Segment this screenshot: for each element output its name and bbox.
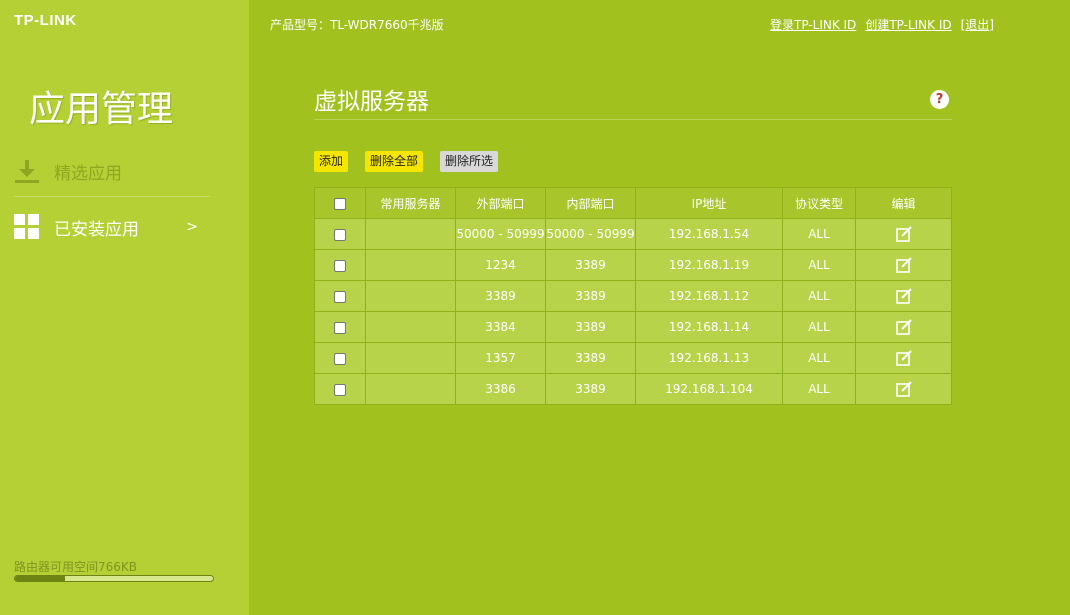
ip-address-cell: 192.168.1.13 [635, 342, 783, 374]
external-port-cell: 1357 [455, 342, 546, 374]
edit-icon[interactable] [895, 288, 912, 304]
external-port-cell: 3386 [455, 373, 546, 405]
table-row: 3384 3389 192.168.1.14 ALL [314, 311, 952, 343]
sidebar-item-featured-apps[interactable]: 精选应用 [14, 149, 210, 193]
edit-cell [855, 342, 952, 374]
add-button[interactable]: 添加 [314, 151, 349, 172]
edit-icon[interactable] [895, 381, 912, 397]
internal-port-cell: 3389 [545, 249, 636, 281]
help-icon[interactable]: ? [930, 90, 949, 109]
internal-port-cell: 50000 - 50999 [545, 218, 636, 250]
row-select-cell [314, 373, 366, 405]
internal-port-cell: 3389 [545, 342, 636, 374]
external-port-cell: 3389 [455, 280, 546, 312]
column-header: 协议类型 [782, 187, 856, 219]
row-select-cell [314, 280, 366, 312]
row-checkbox[interactable] [334, 290, 346, 303]
row-select-cell [314, 311, 366, 343]
delete-selected-button[interactable]: 删除所选 [440, 151, 499, 172]
edit-cell [855, 249, 952, 281]
protocol-cell: ALL [782, 280, 856, 312]
edit-cell [855, 311, 952, 343]
row-select-cell [314, 218, 366, 250]
internal-port-cell: 3389 [545, 280, 636, 312]
row-select-cell [314, 342, 366, 374]
title-divider [314, 119, 952, 120]
storage-label: 路由器可用空间766KB [14, 560, 138, 574]
login-tplink-id-link[interactable]: 登录TP-LINK ID [770, 16, 856, 33]
virtual-server-table: 常用服务器 外部端口 内部端口 IP地址 协议类型 编辑 50000 - 509… [314, 187, 952, 405]
protocol-cell: ALL [782, 342, 856, 374]
chevron-right-icon: > [186, 219, 198, 235]
external-port-cell: 3384 [455, 311, 546, 343]
delete-all-button[interactable]: 删除全部 [365, 151, 424, 172]
common-server-cell [365, 249, 456, 281]
logout-link[interactable]: [退出] [961, 16, 994, 33]
row-checkbox[interactable] [334, 259, 346, 272]
ip-address-cell: 192.168.1.54 [635, 218, 783, 250]
sidebar-title: 应用管理 [29, 89, 174, 130]
edit-cell [855, 218, 952, 250]
protocol-cell: ALL [782, 249, 856, 281]
row-checkbox[interactable] [334, 321, 346, 334]
protocol-cell: ALL [782, 373, 856, 405]
edit-cell [855, 280, 952, 312]
select-all-cell [314, 187, 366, 219]
storage-progress-fill [15, 576, 65, 581]
row-checkbox[interactable] [334, 228, 346, 241]
external-port-cell: 50000 - 50999 [455, 218, 546, 250]
sidebar-item-installed-apps[interactable]: 已安装应用 > [14, 205, 210, 249]
sidebar-item-label: 已安装应用 [54, 219, 139, 240]
sidebar-item-label: 精选应用 [54, 163, 122, 184]
common-server-cell [365, 311, 456, 343]
column-header: IP地址 [635, 187, 783, 219]
internal-port-cell: 3389 [545, 311, 636, 343]
product-model: 产品型号：TL-WDR7660千兆版 [270, 18, 444, 32]
download-icon [15, 160, 39, 183]
page-title: 虚拟服务器 [314, 89, 429, 115]
edit-cell [855, 373, 952, 405]
protocol-cell: ALL [782, 311, 856, 343]
table-row: 50000 - 50999 50000 - 50999 192.168.1.54 AL… [314, 218, 952, 250]
edit-icon[interactable] [895, 350, 912, 366]
grid-icon [14, 214, 39, 239]
common-server-cell [365, 218, 456, 250]
common-server-cell [365, 342, 456, 374]
common-server-cell [365, 373, 456, 405]
table-row: 3386 3389 192.168.1.104 ALL [314, 373, 952, 405]
create-tplink-id-link[interactable]: 创建TP-LINK ID [865, 16, 951, 33]
protocol-cell: ALL [782, 218, 856, 250]
column-header: 编辑 [855, 187, 952, 219]
ip-address-cell: 192.168.1.19 [635, 249, 783, 281]
table-header-row: 常用服务器 外部端口 内部端口 IP地址 协议类型 编辑 [314, 187, 952, 219]
sidebar: TP-LINK 应用管理 精选应用 已安装应用 > 路由器可用空间766KB [0, 0, 249, 615]
table-row: 1234 3389 192.168.1.19 ALL [314, 249, 952, 281]
external-port-cell: 1234 [455, 249, 546, 281]
ip-address-cell: 192.168.1.12 [635, 280, 783, 312]
column-header: 常用服务器 [365, 187, 456, 219]
row-checkbox[interactable] [334, 352, 346, 365]
column-header: 内部端口 [545, 187, 636, 219]
row-checkbox[interactable] [334, 383, 346, 396]
edit-icon[interactable] [895, 226, 912, 242]
sidebar-divider [14, 196, 210, 197]
ip-address-cell: 192.168.1.104 [635, 373, 783, 405]
table-row: 1357 3389 192.168.1.13 ALL [314, 342, 952, 374]
edit-icon[interactable] [895, 257, 912, 273]
select-all-checkbox[interactable] [334, 197, 346, 210]
row-select-cell [314, 249, 366, 281]
edit-icon[interactable] [895, 319, 912, 335]
internal-port-cell: 3389 [545, 373, 636, 405]
column-header: 外部端口 [455, 187, 546, 219]
account-links: 登录TP-LINK ID 创建TP-LINK ID [退出] [770, 16, 994, 33]
ip-address-cell: 192.168.1.14 [635, 311, 783, 343]
storage-progress-bar [14, 575, 214, 582]
table-row: 3389 3389 192.168.1.12 ALL [314, 280, 952, 312]
tp-link-logo: TP-LINK [14, 12, 77, 29]
common-server-cell [365, 280, 456, 312]
